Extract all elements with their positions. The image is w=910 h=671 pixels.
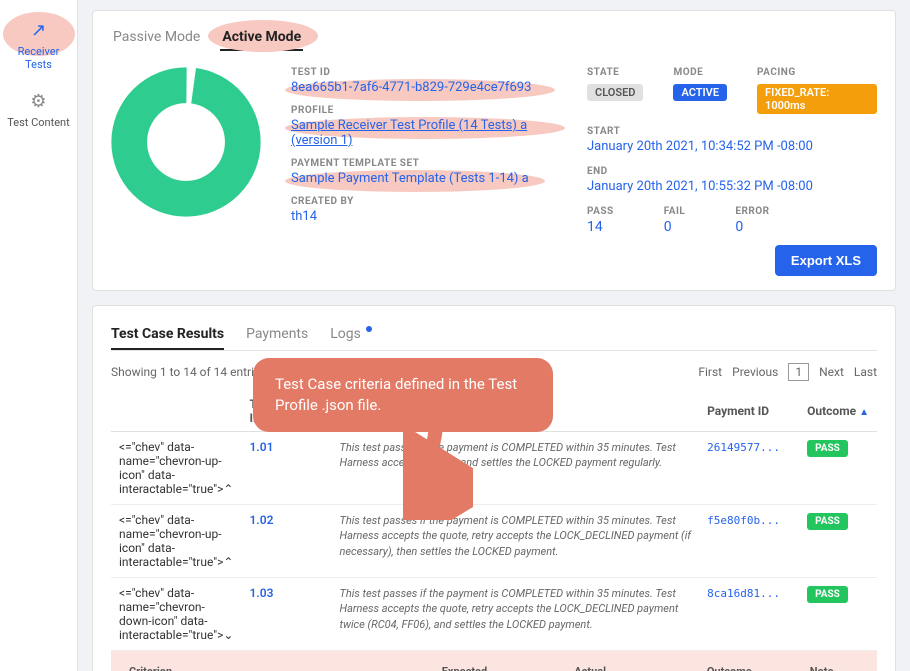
main-content: Passive Mode Active Mode TEST ID bbox=[78, 0, 910, 671]
error-count: 0 bbox=[735, 219, 769, 235]
pager-next[interactable]: Next bbox=[819, 365, 844, 379]
mode-label: MODE bbox=[673, 67, 727, 78]
tab-label: Logs bbox=[330, 326, 361, 342]
crit-col-criterion: Criterion bbox=[119, 659, 432, 671]
template-label: PAYMENT TEMPLATE SET bbox=[291, 158, 557, 169]
sidebar-item-label: Test Content bbox=[7, 116, 69, 129]
profile-link[interactable]: Sample Receiver Test Profile (14 Tests) … bbox=[291, 118, 557, 148]
summary-card: Passive Mode Active Mode TEST ID bbox=[92, 10, 896, 291]
donut-chart bbox=[111, 67, 261, 221]
crit-col-expected: Expected bbox=[432, 659, 565, 671]
pager-first[interactable]: First bbox=[698, 365, 722, 379]
profile-label: PROFILE bbox=[291, 105, 557, 116]
end-value: January 20th 2021, 10:55:32 PM -08:00 bbox=[587, 179, 877, 194]
outcome-badge: PASS bbox=[807, 586, 848, 603]
table-row: <="chev" data-name="chevron-up-icon" dat… bbox=[111, 432, 877, 505]
sidebar-item-test-content[interactable]: ⚙ Test Content bbox=[0, 81, 77, 139]
annotation-callout: Test Case criteria defined in the Test P… bbox=[253, 358, 553, 432]
payment-id-link[interactable]: 8ca16d81... bbox=[707, 587, 780, 600]
template-link[interactable]: Sample Payment Template (Tests 1-14) a bbox=[291, 171, 557, 186]
pager-page-1[interactable]: 1 bbox=[788, 363, 809, 381]
pager-previous[interactable]: Previous bbox=[732, 365, 778, 379]
col-payment-id[interactable]: Payment ID bbox=[699, 391, 799, 432]
sidebar-item-receiver-tests[interactable]: ↗ Receiver Tests bbox=[0, 10, 77, 81]
table-row: <="chev" data-name="chevron-up-icon" dat… bbox=[111, 505, 877, 578]
end-label: END bbox=[587, 166, 877, 177]
results-table: Test Case ID▲ Description Payment ID Out… bbox=[111, 391, 877, 671]
test-description: This test passes if the payment is COMPL… bbox=[331, 578, 699, 651]
test-case-id[interactable]: 1.01 bbox=[249, 440, 273, 454]
tab-payments[interactable]: Payments bbox=[246, 320, 308, 350]
pacing-label: PACING bbox=[757, 67, 877, 78]
donut-svg bbox=[111, 67, 261, 217]
table-row: <="chev" data-name="chevron-down-icon" d… bbox=[111, 578, 877, 651]
sidebar: ↗ Receiver Tests ⚙ Test Content bbox=[0, 0, 78, 671]
start-value: January 20th 2021, 10:34:52 PM -08:00 bbox=[587, 139, 877, 154]
arrow-up-right-icon: ↗ bbox=[31, 20, 46, 41]
results-card: Test Case Results Payments Logs Showing … bbox=[92, 305, 896, 671]
tab-logs[interactable]: Logs bbox=[330, 320, 372, 350]
created-by-label: CREATED BY bbox=[291, 196, 557, 207]
state-label: STATE bbox=[587, 67, 643, 78]
crit-col-outcome: Outcome bbox=[697, 659, 800, 671]
tab-label: Active Mode bbox=[222, 29, 301, 45]
showing-text: Showing 1 to 14 of 14 entries bbox=[111, 365, 267, 379]
pass-label: PASS bbox=[587, 206, 614, 217]
payment-id-link[interactable]: f5e80f0b... bbox=[707, 514, 780, 527]
tab-active-mode[interactable]: Active Mode bbox=[220, 25, 303, 51]
payment-id-link[interactable]: 26149577... bbox=[707, 441, 780, 454]
test-description: This test passes if the payment is COMPL… bbox=[331, 505, 699, 578]
gear-icon: ⚙ bbox=[30, 91, 46, 112]
outcome-badge: PASS bbox=[807, 440, 848, 457]
test-case-id[interactable]: 1.02 bbox=[249, 513, 273, 527]
test-description: This test passes if the payment is COMPL… bbox=[331, 432, 699, 505]
mode-badge: ACTIVE bbox=[673, 84, 727, 101]
test-case-id[interactable]: 1.03 bbox=[249, 586, 273, 600]
export-xls-button[interactable]: Export XLS bbox=[775, 245, 877, 276]
criteria-block: CriterionExpectedActualOutcomeNoteSTATEC… bbox=[111, 651, 877, 671]
col-outcome[interactable]: Outcome▲ bbox=[799, 391, 877, 432]
fail-count: 0 bbox=[664, 219, 686, 235]
test-id-label: TEST ID bbox=[291, 67, 557, 78]
state-badge: CLOSED bbox=[587, 84, 643, 101]
sidebar-item-label: Receiver Tests bbox=[4, 45, 73, 71]
crit-col-actual: Actual bbox=[564, 659, 697, 671]
fail-label: FAIL bbox=[664, 206, 686, 217]
tab-passive-mode[interactable]: Passive Mode bbox=[111, 25, 202, 51]
error-label: ERROR bbox=[735, 206, 769, 217]
pass-count: 14 bbox=[587, 219, 614, 235]
criteria-table: CriterionExpectedActualOutcomeNoteSTATEC… bbox=[119, 659, 869, 671]
created-by-value: th14 bbox=[291, 209, 557, 224]
pager-last[interactable]: Last bbox=[854, 365, 877, 379]
callout-arrow-icon bbox=[403, 410, 473, 520]
outcome-badge: PASS bbox=[807, 513, 848, 530]
pacing-badge: FIXED_RATE: 1000ms bbox=[757, 84, 877, 114]
start-label: START bbox=[587, 126, 877, 137]
notification-dot-icon bbox=[366, 326, 372, 332]
crit-col-note: Note bbox=[800, 659, 869, 671]
tab-test-case-results[interactable]: Test Case Results bbox=[111, 320, 224, 350]
mode-tabs: Passive Mode Active Mode bbox=[111, 25, 877, 51]
criteria-row: CriterionExpectedActualOutcomeNoteSTATEC… bbox=[111, 651, 877, 671]
sort-icon: ▲ bbox=[859, 407, 869, 418]
pagination: First Previous 1 Next Last bbox=[698, 363, 877, 381]
test-id-value[interactable]: 8ea665b1-7af6-4771-b829-729e4ce7f693 bbox=[291, 80, 557, 95]
